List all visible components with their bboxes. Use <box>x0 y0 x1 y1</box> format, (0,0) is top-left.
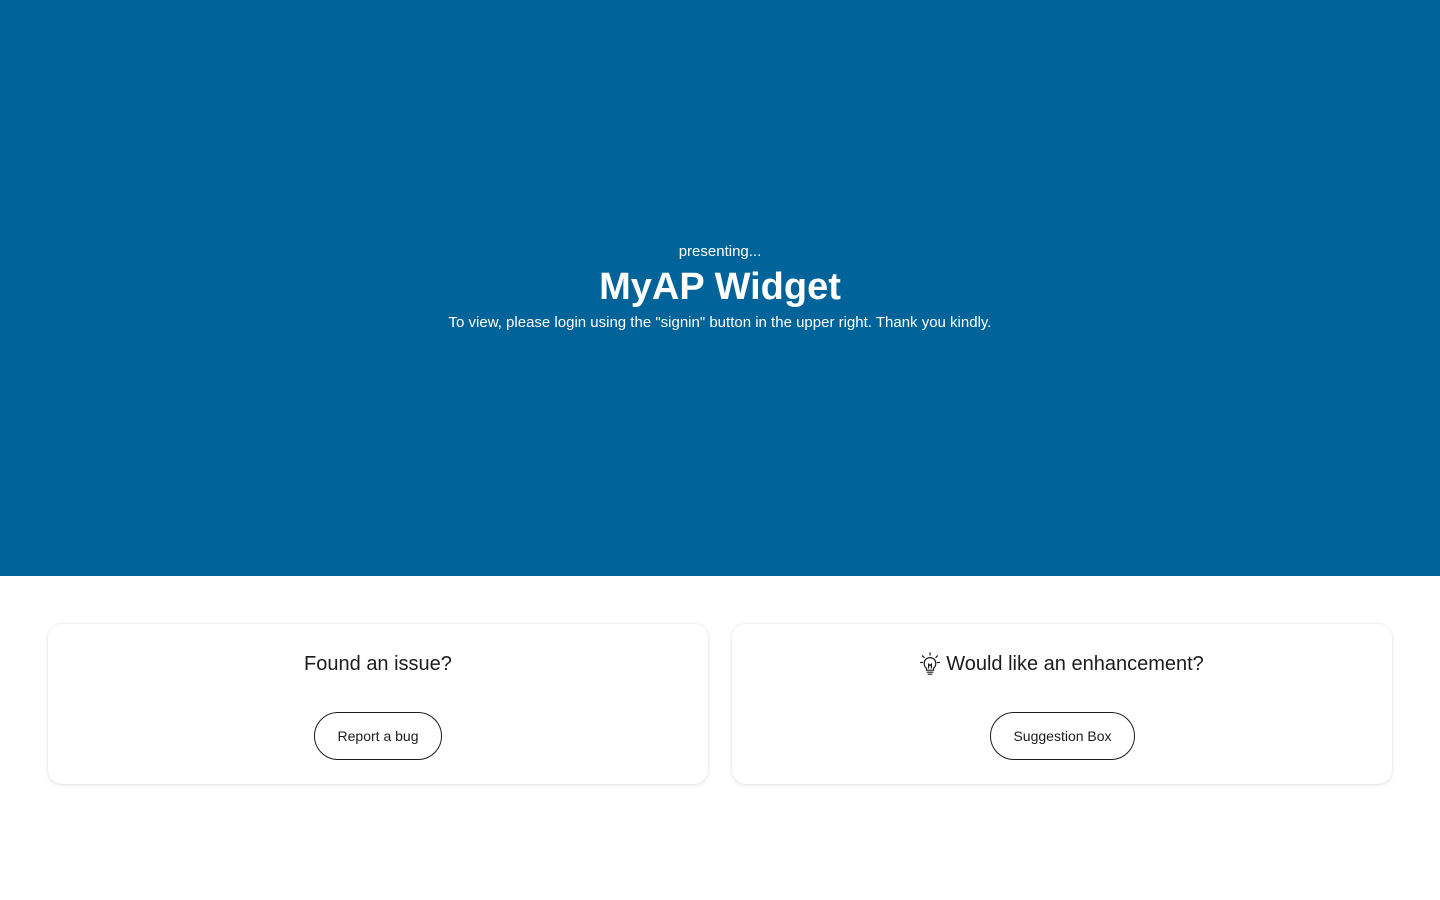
page-title: MyAP Widget <box>599 266 841 308</box>
enhancement-heading: Would like an enhancement? <box>732 650 1392 678</box>
enhancement-heading-text: Would like an enhancement? <box>946 653 1204 675</box>
lightbulb-icon <box>920 652 941 676</box>
hero-presenting-text: presenting... <box>678 243 762 260</box>
report-issue-card: Found an issue? Report a bug <box>48 624 708 784</box>
hero-banner: presenting... MyAP Widget To view, pleas… <box>0 0 1440 576</box>
enhancement-card: Would like an enhancement? Suggestion Bo… <box>732 624 1392 784</box>
report-issue-heading-text: Found an issue? <box>304 653 452 675</box>
suggestion-box-button[interactable]: Suggestion Box <box>990 712 1135 760</box>
report-bug-button[interactable]: Report a bug <box>314 712 442 760</box>
report-issue-heading: Found an issue? <box>48 650 708 678</box>
login-instructions: To view, please login using the "signin"… <box>448 314 992 331</box>
